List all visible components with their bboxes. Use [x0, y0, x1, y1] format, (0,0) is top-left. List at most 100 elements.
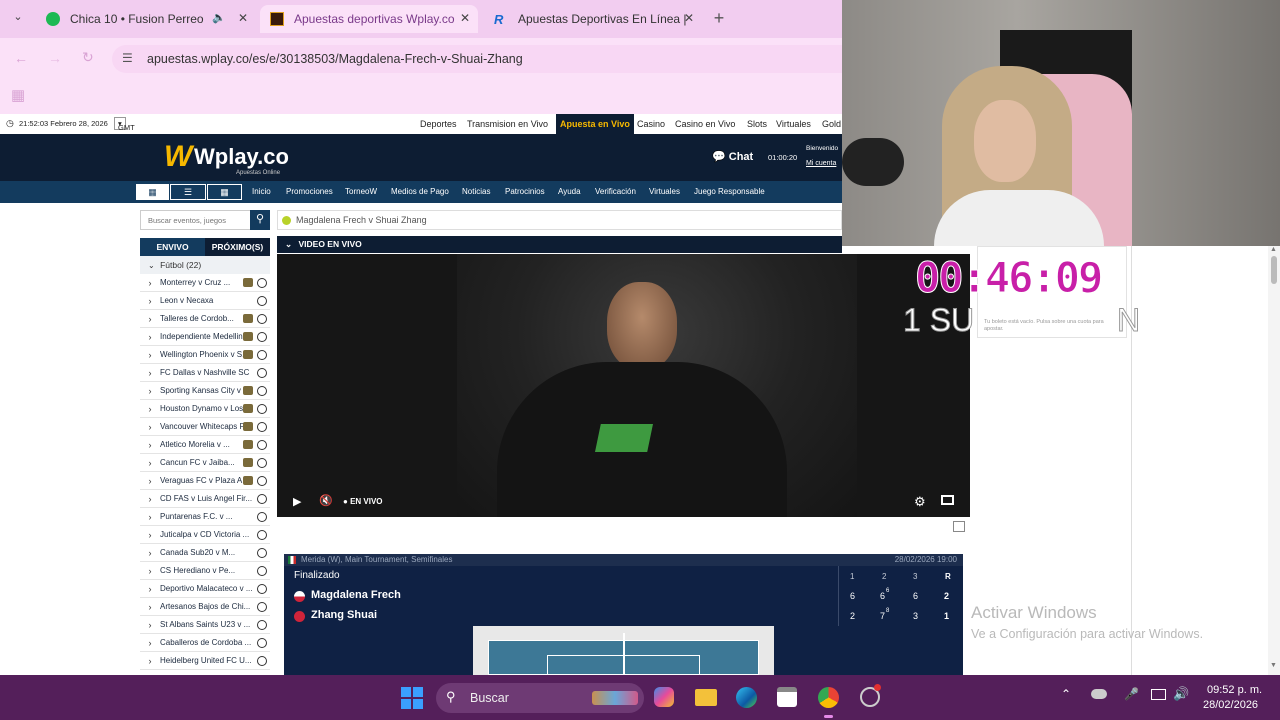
scroll-down-icon[interactable]: ▼	[1270, 662, 1277, 669]
tab-spotify[interactable]: Chica 10 • Fusion Perreo 🔈 ✕	[36, 5, 256, 33]
match-item[interactable]: › Juticalpa v CD Victoria ...	[140, 526, 270, 544]
menu-ayuda[interactable]: Ayuda	[558, 187, 581, 196]
scrollbar[interactable]: ▲ ▼	[1268, 246, 1280, 675]
menu-promociones[interactable]: Promociones	[286, 187, 333, 196]
store-icon[interactable]	[777, 687, 797, 707]
clock-time[interactable]: 09:52 p. m.	[1207, 684, 1262, 696]
match-item[interactable]: › Talleres de Cordob...	[140, 310, 270, 328]
popout-icon[interactable]	[953, 521, 965, 532]
match-item[interactable]: › CS Herediano v Pe...	[140, 562, 270, 580]
show-hidden-icons[interactable]: ⌃	[1061, 687, 1071, 701]
match-item[interactable]: › FC Dallas v Nashville SC	[140, 364, 270, 382]
view-list-icon[interactable]: ☰	[170, 184, 206, 200]
tab-proximos[interactable]: PRÓXIMO(S)	[205, 238, 270, 256]
menu-torneow[interactable]: TorneoW	[345, 187, 377, 196]
pip-icon[interactable]	[941, 495, 954, 505]
settings-icon[interactable]: ⚙	[914, 494, 926, 510]
menu-noticias[interactable]: Noticias	[462, 187, 490, 196]
live-events-sidebar: ENVIVO PRÓXIMO(S) ⌄ Fútbol (22) › Monterr…	[140, 238, 270, 675]
close-tab-icon[interactable]: ✕	[684, 11, 694, 25]
wplay-logo[interactable]: Wplay.co	[194, 144, 289, 170]
nav-deportes[interactable]: Deportes	[420, 119, 457, 129]
my-account-link[interactable]: Mi cuenta	[806, 160, 836, 167]
match-item[interactable]: › Independiente Medellin ...	[140, 328, 270, 346]
scroll-up-icon[interactable]: ▲	[1270, 246, 1277, 253]
wplay-logo-mark[interactable]: W	[164, 140, 192, 174]
copilot-icon[interactable]	[654, 687, 674, 707]
nav-casino[interactable]: Casino	[637, 119, 665, 129]
menu-virtuales[interactable]: Virtuales	[649, 187, 680, 196]
match-status: Finalizado	[294, 570, 340, 581]
nav-virtuales[interactable]: Virtuales	[776, 119, 811, 129]
match-item[interactable]: › Artesanos Bajos de Chi...	[140, 598, 270, 616]
sport-header-futbol[interactable]: ⌄ Fútbol (22)	[140, 256, 270, 274]
reload-icon[interactable]: ↻	[82, 49, 94, 66]
match-item[interactable]: › Monterrey v Cruz ...	[140, 274, 270, 292]
view-grid-icon[interactable]: ▦	[136, 184, 169, 200]
match-item[interactable]: › Vancouver Whitecaps F...	[140, 418, 270, 436]
match-item[interactable]: › Cancun FC v Jaiba...	[140, 454, 270, 472]
menu-patrocinios[interactable]: Patrocinios	[505, 187, 545, 196]
close-tab-icon[interactable]: ✕	[238, 11, 248, 25]
tab-wplay[interactable]: Apuestas deportivas Wplay.co ✕	[260, 5, 478, 33]
volume-icon[interactable]: 🔊	[1173, 686, 1189, 702]
nav-gold[interactable]: Gold	[822, 119, 841, 129]
nav-slots[interactable]: Slots	[747, 119, 767, 129]
cloud-icon[interactable]	[1091, 689, 1107, 699]
match-item[interactable]: › Puntarenas F.C. v ...	[140, 508, 270, 526]
match-item[interactable]: › Atletico Morelia v ...	[140, 436, 270, 454]
video-header[interactable]: ⌄ VIDEO EN VIVO	[277, 236, 842, 253]
menu-inicio[interactable]: Inicio	[252, 187, 271, 196]
site-info-icon[interactable]: ☰	[122, 51, 133, 65]
search-input[interactable]	[141, 211, 251, 229]
match-item[interactable]: › Sporting Kansas City v ...	[140, 382, 270, 400]
chevron-right-icon: ›	[148, 439, 152, 450]
match-item[interactable]: › Veraguas FC v Plaza A...	[140, 472, 270, 490]
nav-transmision[interactable]: Transmision en Vivo	[467, 119, 548, 129]
tab-en-vivo[interactable]: ENVIVO	[140, 238, 205, 256]
menu-medios-pago[interactable]: Medios de Pago	[391, 187, 449, 196]
match-item[interactable]: › CD FAS v Luis Angel Fir...	[140, 490, 270, 508]
file-explorer-icon[interactable]	[695, 689, 717, 706]
mute-icon[interactable]: 🔇	[319, 494, 333, 507]
windows-start-icon[interactable]	[401, 687, 423, 709]
forward-icon[interactable]: →	[48, 50, 62, 66]
menu-verificacion[interactable]: Verificación	[595, 187, 636, 196]
view-tiles-icon[interactable]: ▦	[207, 184, 242, 200]
search-icon[interactable]: ⚲	[250, 210, 270, 230]
timezone-select[interactable]: GMT -5 ▾	[114, 117, 135, 141]
match-item[interactable]: › Leon v Necaxa	[140, 292, 270, 310]
chrome-icon[interactable]	[818, 687, 839, 708]
network-icon[interactable]	[1151, 689, 1166, 700]
match-item[interactable]: › Deportivo Malacateco v ...	[140, 580, 270, 598]
taskbar-search[interactable]: ⚲ Buscar	[436, 683, 644, 713]
match-item[interactable]: › Canada Sub20 v M...	[140, 544, 270, 562]
clock-date[interactable]: 28/02/2026	[1203, 699, 1258, 711]
speaker-icon[interactable]: 🔈	[212, 11, 226, 24]
chat-button[interactable]: 💬 Chat	[712, 150, 753, 163]
live-video-player[interactable]: ▶ 🔇 ● EN VIVO ⚙	[277, 254, 970, 517]
url-bar[interactable]: ☰ apuestas.wplay.co/es/e/30138503/Magdal…	[112, 45, 842, 73]
microphone-icon[interactable]: 🎤	[1124, 687, 1139, 701]
nav-apuesta-en-vivo[interactable]: Apuesta en Vivo	[556, 114, 634, 134]
match-item[interactable]: › St Albans Saints U23 v ...	[140, 616, 270, 634]
match-item[interactable]: › Heidelberg United FC U...	[140, 652, 270, 670]
back-icon[interactable]: ←	[14, 50, 28, 66]
edge-icon[interactable]	[736, 687, 757, 708]
p2-result: 1	[944, 611, 950, 621]
match-item[interactable]: › Houston Dynamo v Los ...	[140, 400, 270, 418]
close-tab-icon[interactable]: ✕	[460, 11, 470, 25]
welcome-text: Bienvenido	[806, 145, 839, 152]
menu-juego-responsable[interactable]: Juego Responsable	[694, 187, 765, 196]
new-tab-button[interactable]: +	[708, 8, 730, 30]
scroll-thumb[interactable]	[1271, 256, 1277, 284]
nav-casino-vivo[interactable]: Casino en Vivo	[675, 119, 735, 129]
match-item[interactable]: › Wellington Phoenix v S...	[140, 346, 270, 364]
apps-grid-icon[interactable]: ▦	[11, 86, 25, 104]
tennis-court	[473, 626, 774, 676]
tab-apuestas[interactable]: R Apuestas Deportivas En Línea | ✕	[484, 5, 702, 33]
match-item[interactable]: › Caballeros de Cordoba ...	[140, 634, 270, 652]
tab-list-button[interactable]: ⌄	[8, 10, 28, 28]
soccer-ball-icon	[257, 512, 267, 522]
play-icon[interactable]: ▶	[293, 495, 301, 508]
